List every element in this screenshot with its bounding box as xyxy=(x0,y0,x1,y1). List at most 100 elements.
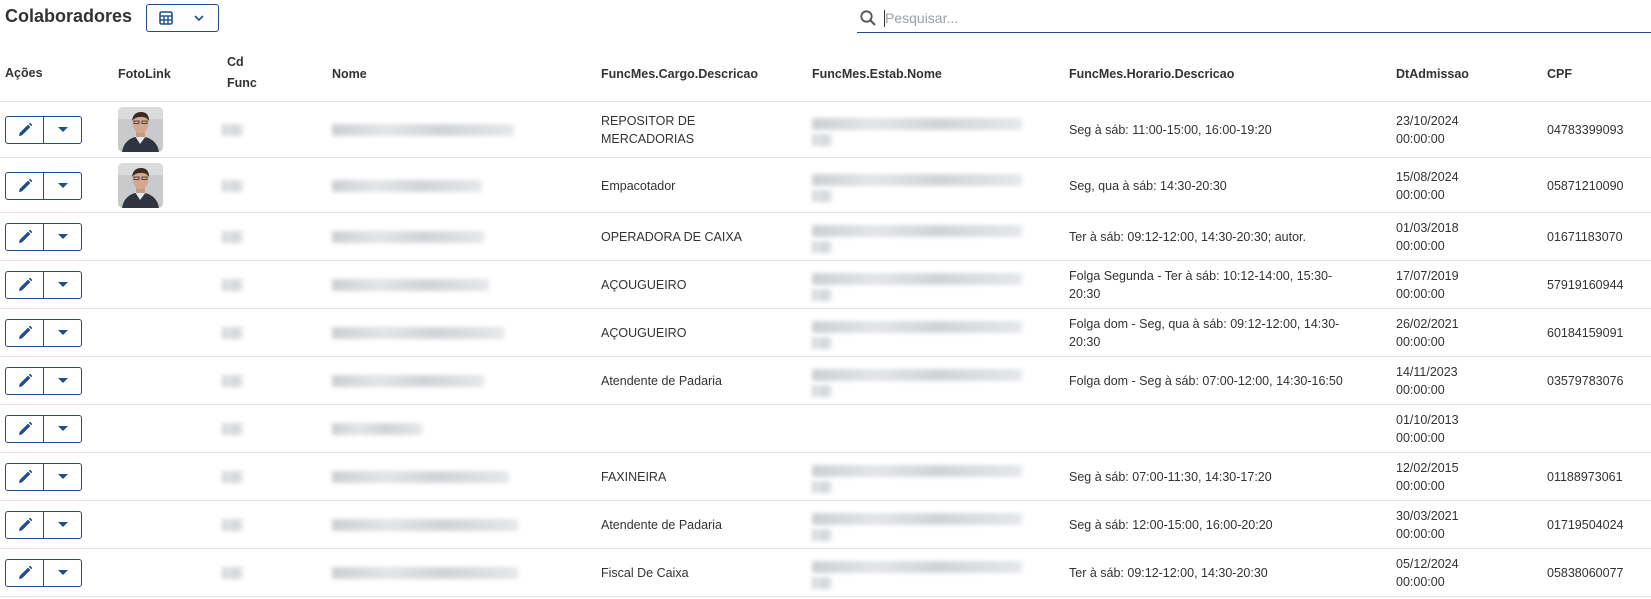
search-input[interactable] xyxy=(885,8,1625,28)
edit-button[interactable] xyxy=(6,512,44,538)
table-body: REPOSITOR DE MERCADORIAS Seg à sáb: 11:00… xyxy=(0,102,1651,597)
row-actions-dropdown[interactable] xyxy=(44,224,81,250)
cargo-cell: REPOSITOR DE MERCADORIAS xyxy=(601,114,696,146)
edit-button[interactable] xyxy=(6,224,44,250)
admissao-date: 01/03/2018 xyxy=(1396,221,1459,235)
estab-redacted-2 xyxy=(812,241,832,253)
cpf-cell: 57919160944 xyxy=(1547,278,1624,292)
header-acoes[interactable]: Ações xyxy=(5,63,43,84)
horario-cell: Folga dom - Seg, qua à sáb: 09:12-12:00,… xyxy=(1069,317,1340,349)
table-row[interactable]: AÇOUGUEIRO Folga Segunda - Ter à sáb: 10:… xyxy=(0,261,1651,309)
cargo-cell: FAXINEIRA xyxy=(601,470,667,484)
table-row[interactable]: AÇOUGUEIRO Folga dom - Seg, qua à sáb: 09… xyxy=(0,309,1651,357)
admissao-time: 00:00:00 xyxy=(1396,527,1445,541)
edit-button[interactable] xyxy=(6,416,44,442)
pencil-icon xyxy=(18,229,32,243)
header-fotolink[interactable]: FotoLink xyxy=(118,64,171,85)
table-row[interactable]: OPERADORA DE CAIXA Ter à sáb: 09:12-12:00… xyxy=(0,213,1651,261)
edit-button[interactable] xyxy=(6,560,44,586)
row-actions-dropdown[interactable] xyxy=(44,464,81,490)
cpf-cell: 05838060077 xyxy=(1547,566,1624,580)
estab-redacted xyxy=(812,561,1022,573)
cargo-cell: Atendente de Padaria xyxy=(601,518,722,532)
estab-redacted-2 xyxy=(812,134,832,146)
cpf-cell: 05871210090 xyxy=(1547,178,1624,193)
grid-options-button[interactable] xyxy=(146,4,219,32)
header-admissao[interactable]: DtAdmissao xyxy=(1396,64,1469,85)
row-actions xyxy=(5,223,82,251)
pencil-icon xyxy=(18,469,32,483)
row-actions-dropdown[interactable] xyxy=(44,416,81,442)
row-actions-dropdown[interactable] xyxy=(44,512,81,538)
edit-button[interactable] xyxy=(6,368,44,394)
nome-redacted xyxy=(332,519,518,531)
admissao-time: 00:00:00 xyxy=(1396,187,1445,202)
row-actions-dropdown[interactable] xyxy=(44,368,81,394)
edit-button[interactable] xyxy=(6,272,44,298)
search-box[interactable] xyxy=(857,4,1651,33)
edit-button[interactable] xyxy=(6,320,44,346)
admissao-time: 00:00:00 xyxy=(1396,575,1445,589)
edit-button[interactable] xyxy=(6,117,44,143)
header-horario[interactable]: FuncMes.Horario.Descricao xyxy=(1069,64,1234,85)
cargo-cell: Fiscal De Caixa xyxy=(601,566,689,580)
header-cpf[interactable]: CPF xyxy=(1547,64,1572,85)
row-actions xyxy=(5,463,82,491)
table-row[interactable]: REPOSITOR DE MERCADORIAS Seg à sáb: 11:00… xyxy=(0,102,1651,158)
caret-down-icon xyxy=(57,426,68,431)
admissao-date: 15/08/2024 xyxy=(1396,169,1459,184)
admissao-cell: 26/02/2021 00:00:00 xyxy=(1396,315,1506,351)
row-actions-dropdown[interactable] xyxy=(44,117,81,143)
caret-down-icon xyxy=(57,234,68,239)
cargo-cell: Empacotador xyxy=(601,178,676,193)
edit-button[interactable] xyxy=(6,172,44,199)
header-estab[interactable]: FuncMes.Estab.Nome xyxy=(812,64,942,85)
estab-redacted xyxy=(812,369,1022,381)
header-nome[interactable]: Nome xyxy=(332,64,367,85)
table-row[interactable]: FAXINEIRA Seg à sáb: 07:00-11:30, 14:30-1… xyxy=(0,453,1651,501)
header-cdfunc-line2: Func xyxy=(227,76,257,90)
toolbar: Colaboradores xyxy=(0,0,1651,40)
table-row[interactable]: Atendente de Padaria Folga dom - Seg à sá… xyxy=(0,357,1651,405)
admissao-time: 00:00:00 xyxy=(1396,287,1445,301)
cpf-cell xyxy=(1547,405,1647,453)
nome-redacted xyxy=(332,179,482,192)
cdfunc-redacted xyxy=(222,124,243,136)
row-actions-dropdown[interactable] xyxy=(44,560,81,586)
admissao-date: 01/10/2013 xyxy=(1396,413,1459,427)
row-actions-dropdown[interactable] xyxy=(44,173,81,199)
cdfunc-redacted xyxy=(222,327,243,339)
cdfunc-redacted xyxy=(222,231,243,243)
admissao-time: 00:00:00 xyxy=(1396,335,1445,349)
cpf-cell: 01671183070 xyxy=(1547,230,1623,244)
estab-redacted-2 xyxy=(812,385,832,397)
estab-redacted-2 xyxy=(812,577,832,589)
employee-photo xyxy=(118,107,163,152)
caret-down-icon xyxy=(57,282,68,287)
table-row[interactable]: 01/10/2013 00:00:00 xyxy=(0,405,1651,453)
pencil-icon xyxy=(18,325,32,339)
row-actions xyxy=(5,511,82,539)
header-cdfunc[interactable]: Cd Func xyxy=(227,52,257,94)
table-row[interactable]: Empacotador Seg, qua à sáb: 14:30-20:30 1… xyxy=(0,158,1651,213)
caret-down-icon xyxy=(57,330,68,335)
admissao-date: 12/02/2015 xyxy=(1396,461,1459,475)
horario-cell: Seg à sáb: 07:00-11:30, 14:30-17:20 xyxy=(1069,470,1272,484)
horario-cell: Ter à sáb: 09:12-12:00, 14:30-20:30 xyxy=(1069,566,1268,580)
nome-redacted xyxy=(332,279,489,291)
row-actions-dropdown[interactable] xyxy=(44,320,81,346)
admissao-cell: 30/03/2021 00:00:00 xyxy=(1396,507,1506,543)
table-row[interactable]: Fiscal De Caixa Ter à sáb: 09:12-12:00, 1… xyxy=(0,549,1651,597)
edit-button[interactable] xyxy=(6,464,44,490)
row-actions xyxy=(5,171,82,200)
header-cargo[interactable]: FuncMes.Cargo.Descricao xyxy=(601,64,758,85)
pencil-icon xyxy=(18,565,32,579)
admissao-cell: 17/07/2019 00:00:00 xyxy=(1396,267,1506,303)
estab-redacted-2 xyxy=(812,189,832,202)
table-row[interactable]: Atendente de Padaria Seg à sáb: 12:00-15:… xyxy=(0,501,1651,549)
row-actions xyxy=(5,367,82,395)
row-actions-dropdown[interactable] xyxy=(44,272,81,298)
row-actions xyxy=(5,116,82,144)
horario-cell: Seg à sáb: 12:00-15:00, 16:00-20:20 xyxy=(1069,518,1273,532)
admissao-cell: 15/08/2024 00:00:00 xyxy=(1396,168,1506,204)
